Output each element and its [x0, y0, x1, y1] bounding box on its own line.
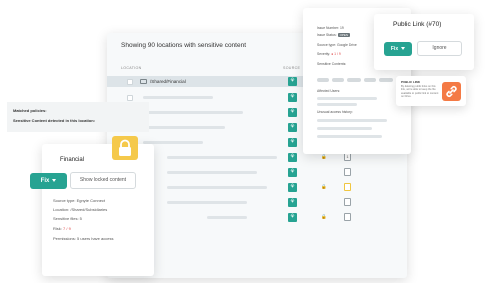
source-column-header[interactable]: SOURCE: [283, 66, 300, 70]
source-icon: ⚘: [288, 77, 297, 86]
placeholder-line: [317, 97, 377, 100]
location-column-header[interactable]: LOCATION: [121, 66, 142, 70]
source-icon: ⚘: [288, 138, 297, 147]
sensitive-detected-label: Sensitive Content detected in this locat…: [13, 118, 96, 123]
row-location: /Shared/Financial: [150, 79, 186, 84]
ignore-button[interactable]: Ignore: [417, 41, 462, 56]
folder-icon: [140, 79, 147, 84]
fix-button[interactable]: Fix: [30, 173, 67, 189]
public-link-title: Public Link (#70): [393, 21, 442, 28]
source-icon: ⚘: [288, 213, 297, 222]
row-placeholder: [143, 111, 243, 114]
source-icon: ⚘: [288, 198, 297, 207]
file-icon[interactable]: [344, 183, 351, 191]
tooltip-title: PUBLIC LINK: [401, 80, 420, 84]
row-placeholder: [143, 96, 213, 99]
source-icon: ⚘: [288, 123, 297, 132]
severity: Severity: ● 1 / 9: [317, 52, 341, 56]
file-icon[interactable]: [344, 198, 351, 206]
row-checkbox[interactable]: [127, 78, 133, 85]
source-icon: ⚘: [288, 108, 297, 117]
content-tag: [332, 78, 344, 82]
row-placeholder: [167, 156, 277, 159]
row-placeholder: [143, 126, 225, 129]
row-placeholder: [207, 216, 247, 219]
source-type: Source type: Google Drive: [317, 43, 357, 47]
lock-icon: 🔒: [321, 184, 327, 189]
placeholder-line: [317, 135, 382, 138]
affected-users-label: Affected Users:: [317, 89, 341, 93]
lock-icon: 🔒: [321, 154, 327, 159]
lock-icon: [112, 136, 138, 160]
link-icon: [442, 82, 461, 101]
issue-number: Issue Number: 19: [317, 26, 344, 30]
source-icon: ⚘: [288, 168, 297, 177]
placeholder-line: [317, 103, 357, 106]
tooltip-body: By deleting public links on this link, w…: [401, 85, 439, 99]
fix-button[interactable]: Fix: [384, 42, 412, 56]
file-icon[interactable]: [344, 168, 351, 176]
content-tag: [317, 78, 329, 82]
source-icon: ⚘: [288, 153, 297, 162]
source-icon: ⚘: [288, 93, 297, 102]
source-icon: ⚘: [288, 183, 297, 192]
file-icon[interactable]: 1: [344, 153, 351, 161]
source-type: Source type: Egnyte Connect: [53, 198, 106, 203]
row-placeholder: [167, 201, 247, 204]
status-badge: OPEN: [337, 33, 351, 37]
issue-status: Issue Status: OPEN: [317, 33, 351, 37]
content-tag: [364, 78, 376, 82]
permissions: Permissions: 5 users have access: [53, 236, 114, 241]
placeholder-line: [317, 119, 387, 122]
show-locked-content-button[interactable]: Show locked content: [70, 172, 136, 189]
row-checkbox[interactable]: [127, 94, 133, 101]
locked-location-panel: Financial Source type: Egnyte Connect Lo…: [42, 144, 154, 276]
location-title: Financial: [60, 157, 85, 163]
public-link-panel: Public Link (#70) Fix Ignore: [374, 14, 474, 70]
content-tag: [347, 78, 361, 82]
matched-policies-label: Matched policies:: [13, 108, 47, 113]
file-icon[interactable]: [344, 213, 351, 221]
risk: Risk: 7 / 9: [53, 226, 71, 231]
content-tag: [379, 78, 393, 82]
lock-icon: 🔒: [321, 214, 327, 219]
unusual-access-label: Unusual access history:: [317, 110, 353, 114]
sensitive-contents-label: Sensitive Contents:: [317, 62, 347, 66]
row-placeholder: [167, 186, 267, 189]
matched-policies-box: Matched policies: Sensitive Content dete…: [7, 102, 149, 132]
chevron-down-icon: [401, 47, 406, 51]
location-path: Location: /Shared/Subsidiaries: [53, 207, 108, 212]
row-placeholder: [167, 171, 257, 174]
sensitive-files: Sensitive files: 5: [53, 216, 82, 221]
chevron-down-icon: [52, 178, 57, 182]
placeholder-line: [317, 127, 372, 130]
